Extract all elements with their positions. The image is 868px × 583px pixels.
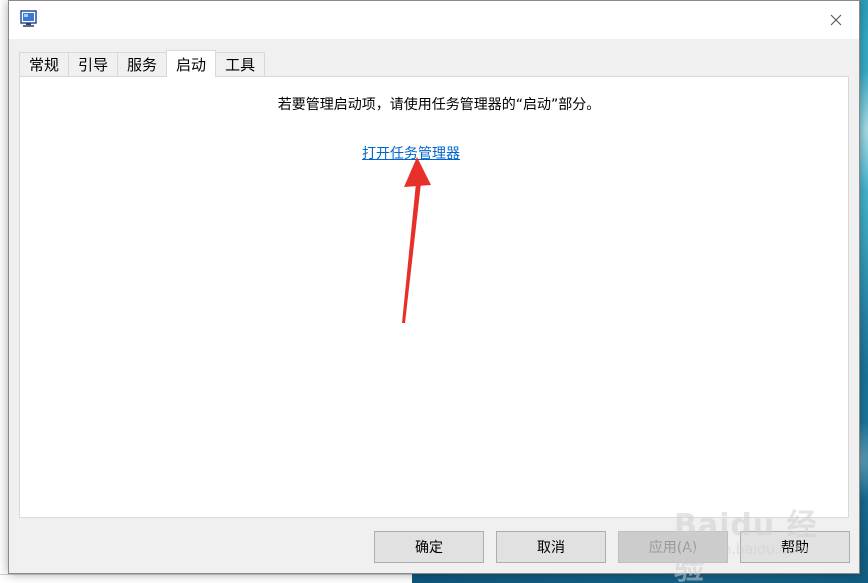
tab-label: 启动 <box>176 55 207 74</box>
startup-message: 若要管理启动项，请使用任务管理器的“启动”部分。 <box>277 97 601 113</box>
apply-button[interactable]: 应用(A) <box>618 531 728 563</box>
system-config-icon <box>20 10 37 27</box>
tab-label: 引导 <box>78 56 109 74</box>
tab-services[interactable]: 服务 <box>117 52 168 76</box>
tab-startup[interactable]: 启动 <box>166 50 217 77</box>
tab-boot[interactable]: 引导 <box>68 52 119 76</box>
close-button[interactable] <box>813 1 859 39</box>
tab-content-panel: 若要管理启动项，请使用任务管理器的“启动”部分。 打开任务管理器 <box>19 76 849 518</box>
tab-tools[interactable]: 工具 <box>215 52 266 76</box>
background-window-edge <box>0 574 412 583</box>
tab-strip: 常规 引导 服务 启动 工具 <box>19 50 266 77</box>
close-icon <box>830 14 842 26</box>
tab-label: 服务 <box>127 56 158 74</box>
tab-label: 工具 <box>225 56 256 74</box>
tab-label: 常规 <box>29 56 60 74</box>
cancel-button[interactable]: 取消 <box>496 531 606 563</box>
tab-general[interactable]: 常规 <box>19 52 70 76</box>
ok-button[interactable]: 确定 <box>374 531 484 563</box>
help-button[interactable]: 帮助 <box>740 531 850 563</box>
title-bar[interactable] <box>9 1 859 39</box>
annotation-arrow <box>402 157 431 323</box>
system-configuration-dialog: 常规 引导 服务 启动 工具 若要管理启动项，请使用任务管理器的“启动”部分。 … <box>8 0 860 574</box>
